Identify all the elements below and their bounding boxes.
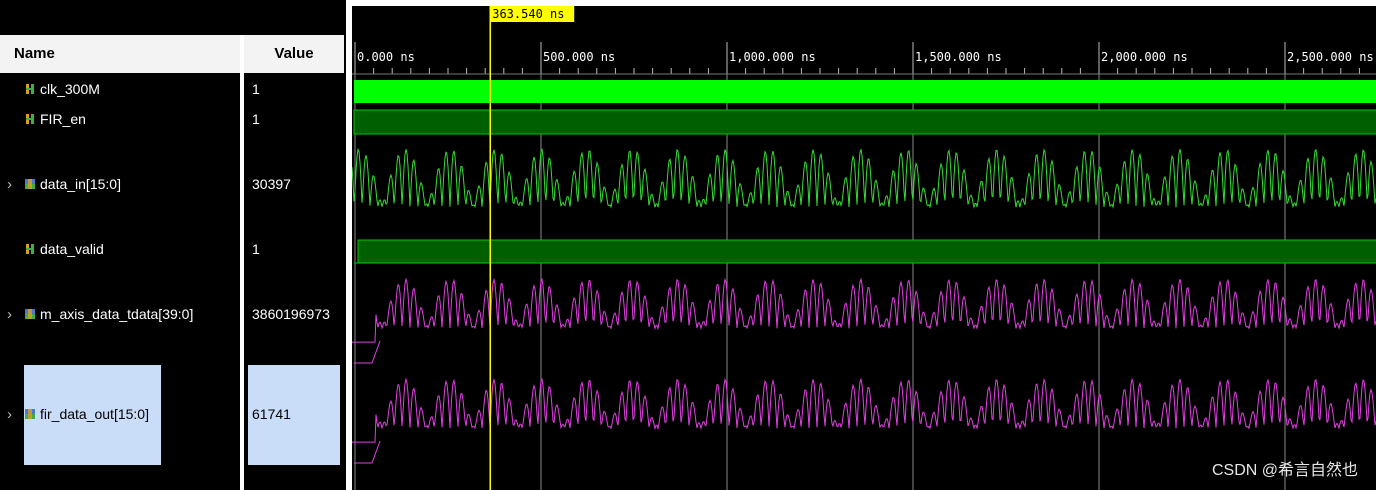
signal-name[interactable]: FIR_en xyxy=(24,111,86,127)
fir-data-out-waveform xyxy=(352,377,1376,443)
signal-name-label: data_in[15:0] xyxy=(40,176,121,192)
signal-name[interactable]: fir_data_out[15:0] xyxy=(24,406,149,422)
scalar-signal-icon xyxy=(26,244,34,254)
signal-name-panel: Name Value clk_300M 1 FIR_en 1 › data_in[15:0… xyxy=(0,0,346,490)
clk-waveform xyxy=(354,80,1376,103)
scalar-signal-icon xyxy=(26,84,34,94)
signal-name-label: fir_data_out[15:0] xyxy=(40,406,149,422)
bus-signal-icon xyxy=(25,409,35,419)
fir-data-out-ramp xyxy=(354,440,381,464)
signal-row[interactable]: › data_in[15:0] 30397 xyxy=(0,176,346,194)
waveform-canvas[interactable]: 0.000 ns 500.000 ns 1,000.000 ns 1,500.000 … xyxy=(352,6,1376,490)
signal-name[interactable]: data_valid xyxy=(24,241,104,257)
scalar-signal-icon xyxy=(26,114,34,124)
expand-chevron-icon[interactable]: › xyxy=(7,176,12,193)
signal-row[interactable]: data_valid 1 xyxy=(0,241,346,259)
fir-en-waveform xyxy=(353,109,1376,135)
time-tick-label: 1,500.000 ns xyxy=(915,50,1002,64)
time-tick-label: 2,500.000 ns xyxy=(1287,50,1374,64)
signal-value: 61741 xyxy=(252,406,291,422)
time-tick-label: 0.000 ns xyxy=(357,50,415,64)
signal-name-label: clk_300M xyxy=(40,81,100,97)
time-tick-label: 500.000 ns xyxy=(543,50,615,64)
signal-name[interactable]: clk_300M xyxy=(24,81,100,97)
bus-signal-icon xyxy=(25,309,35,319)
signal-name[interactable]: m_axis_data_tdata[39:0] xyxy=(24,306,193,322)
m-axis-ramp xyxy=(354,340,381,364)
value-column-header[interactable]: Value xyxy=(244,35,344,73)
signal-value: 30397 xyxy=(252,176,291,192)
signal-value: 1 xyxy=(252,81,260,97)
signal-value: 1 xyxy=(252,111,260,127)
signal-row[interactable]: clk_300M 1 xyxy=(0,81,346,99)
time-tick-label: 1,000.000 ns xyxy=(729,50,816,64)
waveform-viewer[interactable]: 0.000 ns 500.000 ns 1,000.000 ns 1,500.000 … xyxy=(352,6,1376,490)
bus-signal-icon xyxy=(25,179,35,189)
signal-name-label: m_axis_data_tdata[39:0] xyxy=(40,306,194,322)
signal-row[interactable]: FIR_en 1 xyxy=(0,111,346,129)
signal-value: 1 xyxy=(252,241,260,257)
watermark: CSDN @希言自然也 xyxy=(1211,462,1358,479)
signal-row[interactable]: › fir_data_out[15:0] 61741 xyxy=(0,406,346,424)
expand-chevron-icon[interactable]: › xyxy=(7,406,12,423)
m-axis-data-tdata-waveform xyxy=(352,277,1376,343)
expand-chevron-icon[interactable]: › xyxy=(7,306,12,323)
signal-name-label: data_valid xyxy=(40,241,104,257)
signal-value: 3860196973 xyxy=(252,306,330,322)
signal-row[interactable]: › m_axis_data_tdata[39:0] 3860196973 xyxy=(0,306,346,324)
name-column-header[interactable]: Name xyxy=(0,35,240,73)
time-tick-label: 2,000.000 ns xyxy=(1101,50,1188,64)
signal-name-label: FIR_en xyxy=(40,111,86,127)
data-in-waveform xyxy=(352,147,1376,209)
panel-header-spacer xyxy=(0,0,346,34)
data-valid-waveform xyxy=(357,239,1376,264)
cursor-time-label: 363.540 ns xyxy=(492,7,564,21)
signal-name[interactable]: data_in[15:0] xyxy=(24,176,121,192)
